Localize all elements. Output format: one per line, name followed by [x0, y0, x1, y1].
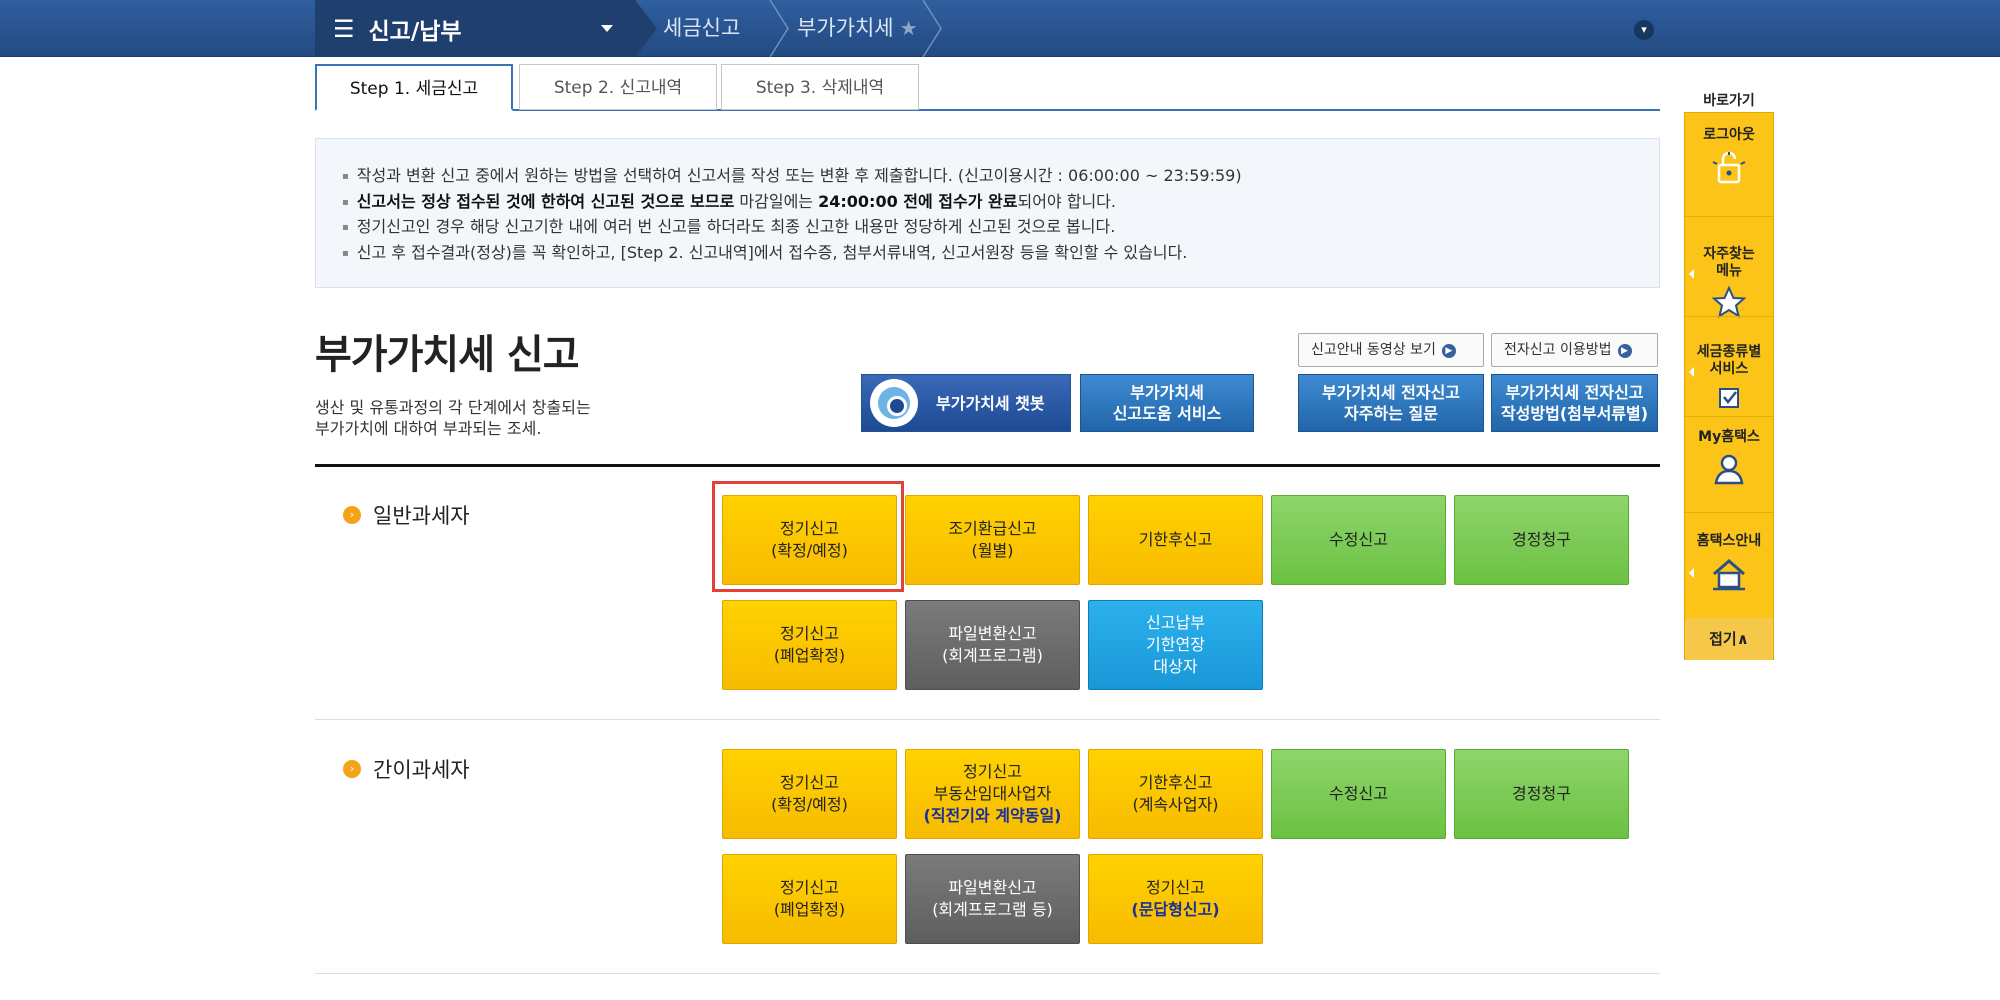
hamburger-icon[interactable]: ☰ — [333, 15, 355, 43]
simplified-correction-claim-button[interactable]: 경정청구 — [1454, 749, 1629, 839]
simplified-closure-filing-button[interactable]: 정기신고 (폐업확정) — [722, 854, 897, 944]
chatbot-icon — [870, 379, 918, 427]
quick-hometax-guide[interactable]: 홈택스안내 — [1685, 533, 1773, 592]
notice-line: 정기신고인 경우 해당 신고기한 내에 여러 번 신고를 하더라도 최종 신고한… — [342, 214, 1659, 240]
unlock-icon — [1712, 151, 1746, 184]
simplified-late-filing-button[interactable]: 기한후신고 (계속사업자) — [1088, 749, 1263, 839]
vat-chatbot-button[interactable]: 부가가치세 챗봇 — [861, 374, 1071, 432]
quick-tax-services-label: 세금종류별 서비스 — [1696, 344, 1762, 377]
quick-my-hometax-label: My홈택스 — [1698, 429, 1760, 445]
general-closure-filing-button[interactable]: 정기신고 (폐업확정) — [722, 600, 897, 690]
breadcrumb-separator-icon — [635, 0, 657, 57]
breadcrumb-vat-label: 부가가치세 — [797, 16, 894, 40]
selection-highlight — [712, 481, 904, 592]
simplified-realestate-filing-button[interactable]: 정기신고 부동산임대사업자 (직전기와 계약동일) — [905, 749, 1080, 839]
expand-left-icon — [1689, 367, 1694, 377]
quick-tax-services[interactable]: 세금종류별 서비스 — [1685, 327, 1773, 427]
simplified-qa-filing-button[interactable]: 정기신고 (문답형신고) — [1088, 854, 1263, 944]
page-description: 생산 및 유통과정의 각 단계에서 창출되는 부가가치에 대하여 부과되는 조세… — [315, 397, 591, 439]
simplified-taxpayer-label: 간이과세자 — [373, 758, 470, 782]
simplified-amended-filing-button[interactable]: 수정신고 — [1271, 749, 1446, 839]
arrow-right-icon: ▶ — [1441, 344, 1456, 358]
section-divider — [315, 464, 1660, 467]
simplified-file-conversion-button[interactable]: 파일변환신고 (회계프로그램 등) — [905, 854, 1080, 944]
expand-left-icon — [1689, 269, 1694, 279]
filing-method-guide-button[interactable]: 부가가치세 전자신고 작성방법(첨부서류별) — [1491, 374, 1658, 432]
breadcrumb-tax-filing[interactable]: 세금신고 — [663, 0, 740, 57]
step-tabs: Step 1. 세금신고 Step 2. 신고내역 Step 3. 삭제내역 — [315, 64, 1660, 111]
quick-menu: 로그아웃 자주찾는 메뉴 세금종류별 서비스 My홈택스 홈택스안내 접기∧ — [1684, 112, 1774, 660]
top-navigation-bar: ☰ 신고/납부 세금신고 부가가치세 ★ ▾ — [0, 0, 2000, 57]
tab-step3-deleted-history[interactable]: Step 3. 삭제내역 — [721, 64, 919, 110]
realestate-label: 정기신고 부동산임대사업자 — [933, 762, 1052, 803]
breadcrumb-separator-icon — [922, 0, 942, 57]
general-taxpayer-section-label: › 일반과세자 — [343, 500, 470, 530]
notice-line: 신고서는 정상 접수된 것에 한하여 신고된 것으로 보므로 마감일에는 24:… — [342, 189, 1659, 215]
general-correction-claim-button[interactable]: 경정청구 — [1454, 495, 1629, 585]
tab-step1-tax-filing[interactable]: Step 1. 세금신고 — [315, 64, 513, 111]
favorite-star-icon[interactable]: ★ — [900, 16, 918, 40]
expand-breadcrumb-icon[interactable]: ▾ — [1634, 20, 1654, 40]
quick-separator — [1685, 316, 1773, 317]
breadcrumb-separator-icon — [769, 0, 789, 57]
general-late-filing-button[interactable]: 기한후신고 — [1088, 495, 1263, 585]
page-title: 부가가치세 신고 — [315, 332, 580, 378]
quick-hometax-guide-label: 홈택스안내 — [1696, 533, 1762, 549]
checkbox-icon — [1719, 388, 1739, 408]
notice-line: 신고 후 접수결과(정상)를 꼭 확인하고, [Step 2. 신고내역]에서 … — [342, 240, 1659, 266]
general-taxpayer-label: 일반과세자 — [373, 504, 470, 528]
home-icon — [1713, 559, 1745, 591]
expand-left-icon — [1689, 568, 1694, 578]
section-divider — [315, 719, 1660, 720]
notice-bold: 24:00:00 전에 접수가 완료 — [818, 191, 1018, 211]
menu-title: 신고/납부 — [368, 18, 462, 45]
qa-filing-label: 정기신고 — [1146, 878, 1205, 897]
chevron-down-icon[interactable] — [601, 25, 613, 32]
quick-logout[interactable]: 로그아웃 — [1685, 127, 1773, 186]
guide-video-label: 신고안내 동영상 보기 — [1311, 342, 1436, 358]
simplified-taxpayer-section-label: › 간이과세자 — [343, 754, 470, 784]
notice-text: 되어야 합니다. — [1017, 191, 1116, 211]
breadcrumb-vat[interactable]: 부가가치세 ★ — [797, 0, 918, 57]
e-filing-howto-label: 전자신고 이용방법 — [1504, 342, 1612, 358]
description-line: 부가가치에 대하여 부과되는 조세. — [315, 419, 542, 438]
guide-video-button[interactable]: 신고안내 동영상 보기 ▶ — [1298, 333, 1484, 367]
general-file-conversion-button[interactable]: 파일변환신고 (회계프로그램) — [905, 600, 1080, 690]
quick-separator — [1685, 216, 1773, 217]
quick-favorites-label: 자주찾는 메뉴 — [1703, 246, 1755, 279]
quick-favorites[interactable]: 자주찾는 메뉴 — [1685, 229, 1773, 335]
vat-chatbot-label: 부가가치세 챗봇 — [936, 393, 1045, 413]
faq-button[interactable]: 부가가치세 전자신고 자주하는 질문 — [1298, 374, 1484, 432]
bullet-arrow-icon: › — [343, 506, 361, 524]
notice-bold: 신고서는 정상 접수된 것에 한하여 신고된 것으로 보므로 — [356, 191, 735, 211]
main-menu-dropdown[interactable]: ☰ 신고/납부 — [315, 0, 635, 57]
tab-step2-filing-history[interactable]: Step 2. 신고내역 — [519, 64, 717, 110]
star-icon — [1711, 286, 1747, 318]
notice-line: 작성과 변환 신고 중에서 원하는 방법을 선택하여 신고서를 작성 또는 변환… — [342, 163, 1659, 189]
section-divider — [315, 973, 1660, 974]
qa-filing-note: (문답형신고) — [1131, 900, 1220, 919]
notice-text: 마감일에는 — [734, 191, 819, 211]
quick-menu-title: 바로가기 — [1703, 93, 1755, 109]
general-deadline-extension-button[interactable]: 신고납부 기한연장 대상자 — [1088, 600, 1263, 690]
realestate-note: (직전기와 계약동일) — [923, 806, 1062, 825]
simplified-regular-filing-button[interactable]: 정기신고 (확정/예정) — [722, 749, 897, 839]
description-line: 생산 및 유통과정의 각 단계에서 창출되는 — [315, 398, 591, 417]
arrow-right-icon: ▶ — [1617, 344, 1632, 358]
quick-separator — [1685, 512, 1773, 513]
quick-my-hometax[interactable]: My홈택스 — [1685, 429, 1773, 486]
quick-logout-label: 로그아웃 — [1703, 127, 1755, 143]
general-amended-filing-button[interactable]: 수정신고 — [1271, 495, 1446, 585]
quick-separator — [1685, 416, 1773, 417]
filing-help-service-button[interactable]: 부가가치세 신고도움 서비스 — [1080, 374, 1254, 432]
general-early-refund-button[interactable]: 조기환급신고 (월별) — [905, 495, 1080, 585]
e-filing-howto-button[interactable]: 전자신고 이용방법 ▶ — [1491, 333, 1658, 367]
quick-menu-collapse-button[interactable]: 접기∧ — [1685, 618, 1773, 660]
user-icon — [1714, 454, 1744, 485]
bullet-arrow-icon: › — [343, 760, 361, 778]
notice-box: 작성과 변환 신고 중에서 원하는 방법을 선택하여 신고서를 작성 또는 변환… — [315, 138, 1660, 288]
